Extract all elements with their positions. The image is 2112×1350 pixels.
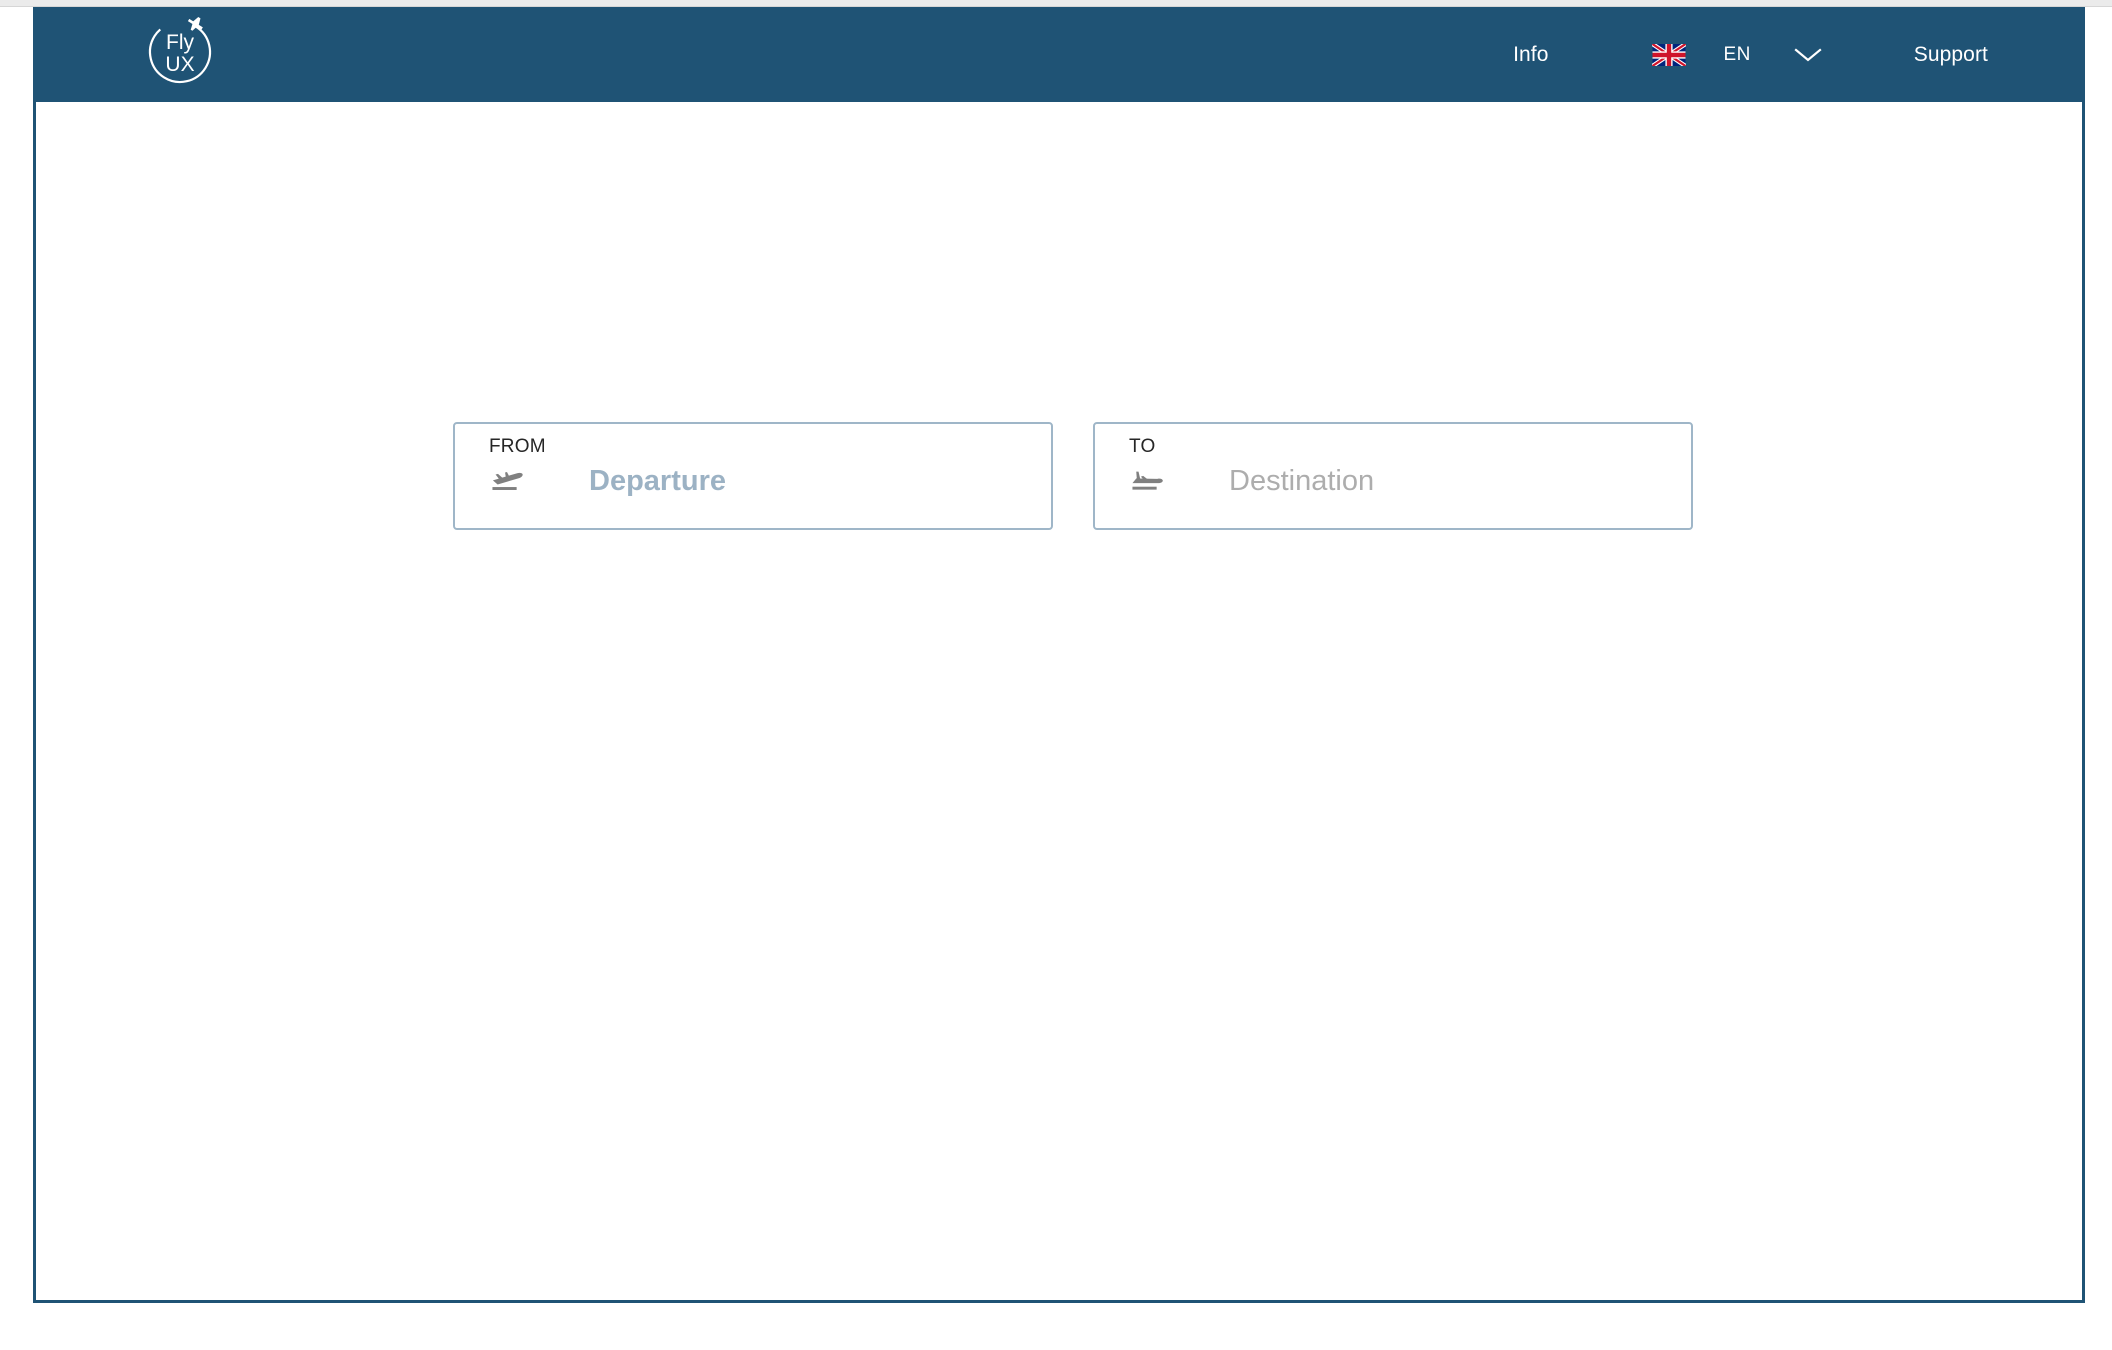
- svg-text:UX: UX: [165, 53, 194, 76]
- nav-item-support[interactable]: Support: [1914, 44, 1988, 65]
- header-nav: Info EN Support: [1513, 7, 2082, 102]
- to-field-row: Destination: [1129, 466, 1374, 496]
- main-content: FROM Departure TO Destination: [36, 102, 2082, 1300]
- to-field-placeholder: Destination: [1229, 464, 1375, 497]
- language-selector[interactable]: EN: [1651, 43, 1823, 66]
- flight-search-form: FROM Departure TO Destination: [453, 422, 1693, 530]
- svg-text:Fly: Fly: [166, 31, 194, 54]
- brand-logo[interactable]: Fly UX: [139, 9, 221, 91]
- language-code: EN: [1723, 44, 1751, 65]
- to-field-label: TO: [1129, 436, 1156, 457]
- to-field[interactable]: TO Destination: [1093, 422, 1693, 530]
- uk-flag-icon: [1651, 43, 1686, 66]
- from-field-row: Departure: [489, 466, 726, 496]
- plane-landing-icon: [1129, 466, 1167, 496]
- chevron-down-icon[interactable]: [1793, 46, 1823, 64]
- from-field[interactable]: FROM Departure: [453, 422, 1053, 530]
- from-field-placeholder: Departure: [589, 464, 726, 497]
- site-header: Fly UX Info EN Support: [36, 7, 2082, 102]
- from-field-label: FROM: [489, 436, 546, 457]
- plane-takeoff-icon: [489, 466, 527, 496]
- browser-top-strip: [0, 0, 2112, 7]
- app-root: Fly UX Info EN Support FROM Departure TO…: [0, 0, 2112, 1350]
- page-frame: Fly UX Info EN Support FROM Departure TO…: [33, 7, 2085, 1303]
- nav-item-info[interactable]: Info: [1513, 44, 1548, 65]
